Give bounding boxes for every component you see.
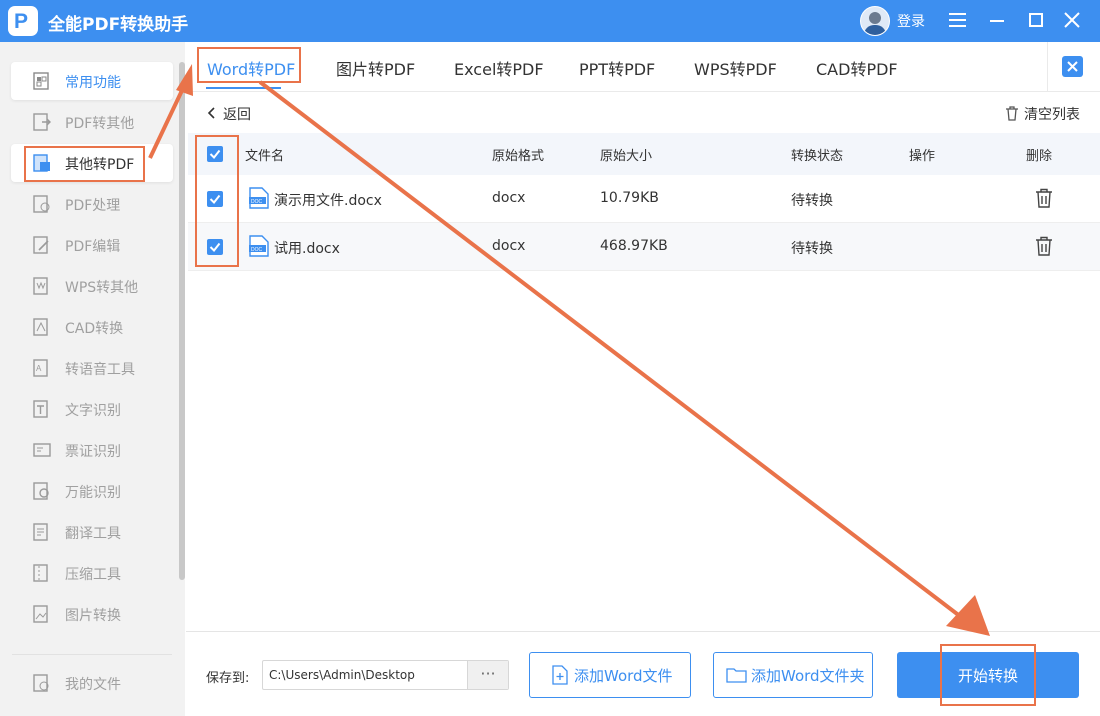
annotation-arrows: [0, 0, 1100, 716]
